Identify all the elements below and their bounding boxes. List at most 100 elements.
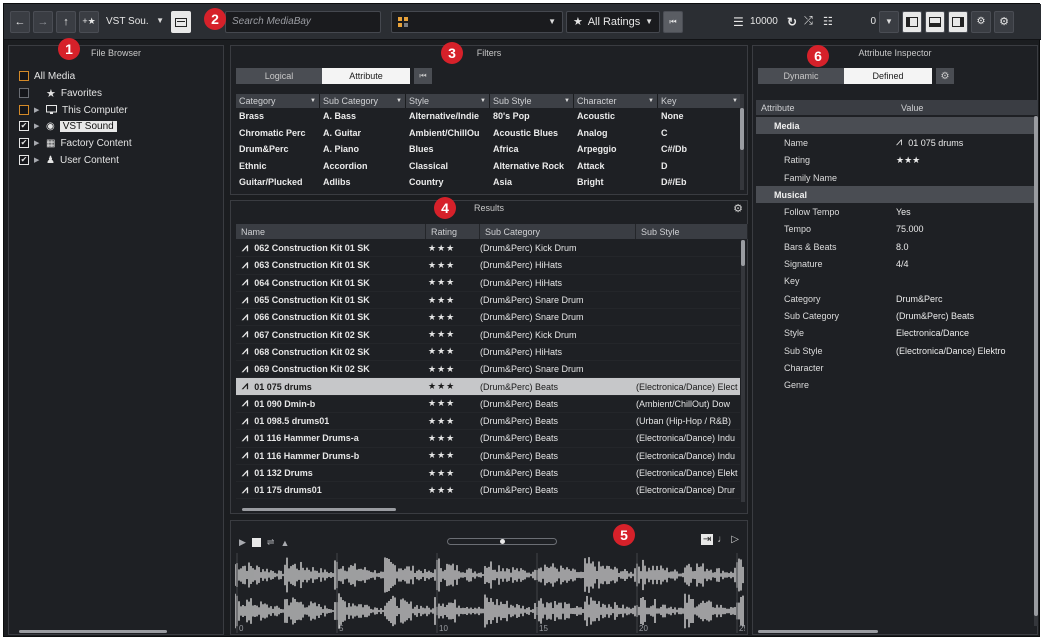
tree-item-all-media[interactable]: All Media (19, 68, 75, 84)
inspector-attribute-row[interactable]: Follow Tempo Yes (756, 204, 1038, 221)
tree-item-factory-content[interactable]: ✔ ▶ ▦ Factory Content (19, 135, 132, 151)
filter-value[interactable]: 80's Pop (490, 108, 574, 125)
inspector-attribute-value[interactable]: ⩘ 01 075 drums (896, 136, 1036, 149)
filter-value[interactable]: Analog (574, 125, 658, 142)
filter-value[interactable]: D#/Eb (658, 174, 742, 191)
scrollbar-thumb[interactable] (1034, 116, 1038, 616)
inspector-attribute-row[interactable]: Signature 4/4 (756, 255, 1038, 272)
preview-level-slider[interactable] (447, 538, 557, 545)
inspector-attribute-value[interactable]: (Drum&Perc) Beats (896, 311, 1036, 321)
filter-value[interactable]: Guitar/Plucked (236, 174, 320, 191)
stop-icon[interactable] (251, 538, 261, 547)
slider-knob[interactable] (500, 539, 505, 544)
forward-button[interactable]: → (33, 10, 53, 33)
waveform-display[interactable]: 0 5 10 15 20 25 (235, 553, 745, 633)
result-row[interactable]: ⩘ 063 Construction Kit 01 SK ★★★ (Drum&Perc… (236, 257, 740, 275)
filter-value[interactable]: Acoustic Blues (490, 125, 574, 142)
horizontal-scrollbar[interactable] (19, 630, 167, 633)
back-button[interactable]: ← (10, 10, 30, 33)
inspector-settings-button[interactable]: ⚙ (936, 68, 954, 84)
level-icon[interactable]: ▲ (280, 538, 289, 548)
inspector-scrollbar[interactable] (1034, 116, 1038, 626)
layout-left-panel-button[interactable] (902, 10, 922, 33)
filter-value[interactable]: A. Piano (320, 141, 406, 158)
filter-column-header[interactable]: Sub Style ▼ (490, 94, 574, 108)
favorites-checkbox[interactable] (19, 88, 29, 98)
inspector-attribute-value[interactable]: (Electronica/Dance) Elektro (896, 346, 1036, 356)
filter-column-header[interactable]: Character ▼ (574, 94, 658, 108)
results-scrollbar[interactable] (741, 240, 745, 502)
inspector-attribute-row[interactable]: Sub Style (Electronica/Dance) Elektro (756, 342, 1038, 359)
inspector-attribute-row[interactable]: Character (756, 359, 1038, 376)
refresh-icon[interactable]: ↻ (787, 15, 801, 29)
ratings-filter[interactable]: ★ All Ratings ▼ (566, 10, 660, 33)
layout-right-panel-button[interactable] (948, 10, 968, 33)
tab-dynamic[interactable]: Dynamic (758, 68, 844, 84)
reset-filter-button[interactable]: ⏮ (663, 10, 683, 33)
filter-value[interactable]: Accordion (320, 158, 406, 175)
metronome-icon[interactable]: ♩ (717, 534, 727, 545)
inspector-attribute-row[interactable]: Name ⩘ 01 075 drums (756, 134, 1038, 151)
filter-column-header[interactable]: Style ▼ (406, 94, 490, 108)
tab-defined[interactable]: Defined (844, 68, 932, 84)
filter-value[interactable]: D (658, 158, 742, 175)
filter-value[interactable]: Drum&Perc (236, 141, 320, 158)
tab-attribute[interactable]: Attribute (322, 68, 410, 84)
inspector-group-row[interactable]: Musical (756, 186, 1038, 204)
inspector-attribute-value[interactable]: 4/4 (896, 259, 1036, 269)
location-selector[interactable]: VST Sou. ▼ (102, 16, 168, 27)
result-row[interactable]: ⩘ 069 Construction Kit 02 SK ★★★ (Drum&Perc… (236, 361, 740, 379)
result-row[interactable]: ⩘ 01 075 drums ★★★ (Drum&Perc) Beats (Electr… (236, 378, 740, 396)
column-header-sub-category[interactable]: Sub Category (480, 224, 636, 239)
filter-value[interactable]: Brass (236, 108, 320, 125)
inspector-attribute-row[interactable]: Category Drum&Perc (756, 290, 1038, 307)
result-row[interactable]: ⩘ 01 132 Drums ★★★ (Drum&Perc) Beats (Electr… (236, 465, 740, 483)
result-row[interactable]: ⩘ 066 Construction Kit 01 SK ★★★ (Drum&Perc… (236, 309, 740, 327)
inspector-attribute-value[interactable]: ★★★ (896, 155, 1036, 166)
tree-item-user-content[interactable]: ✔ ▶ ♟ User Content (19, 152, 119, 168)
up-button[interactable]: ↑ (56, 10, 76, 33)
auto-play-icon[interactable]: ▷ (731, 534, 739, 545)
filter-column-header[interactable]: Sub Category ▼ (320, 94, 406, 108)
tree-item-favorites[interactable]: ★ Favorites (19, 85, 102, 101)
inspector-attribute-row[interactable]: Family Name (756, 169, 1038, 186)
inspector-attribute-value[interactable]: Electronica/Dance (896, 328, 1036, 338)
this-computer-checkbox[interactable] (19, 105, 29, 115)
result-row[interactable]: ⩘ 068 Construction Kit 02 SK ★★★ (Drum&Perc… (236, 344, 740, 362)
filter-value[interactable]: Acoustic (574, 108, 658, 125)
filter-value[interactable]: Country (406, 174, 490, 191)
tree-item-vst-sound[interactable]: ✔ ▶ ◉ VST Sound (19, 118, 117, 134)
filter-value[interactable]: Blues (406, 141, 490, 158)
all-media-checkbox[interactable] (19, 71, 29, 81)
results-horizontal-scrollbar[interactable] (242, 508, 396, 511)
expand-triangle-icon[interactable]: ▶ (34, 106, 41, 114)
expand-triangle-icon[interactable]: ▶ (34, 139, 41, 147)
inspector-attribute-row[interactable]: Genre (756, 377, 1038, 394)
inspector-attribute-value[interactable]: 8.0 (896, 242, 1036, 252)
vst-sound-checkbox[interactable]: ✔ (19, 121, 29, 131)
inspector-group-row[interactable]: Media (756, 117, 1038, 135)
filter-column-header[interactable]: Key ▼ (658, 94, 742, 108)
filter-value[interactable]: Classical (406, 158, 490, 175)
inspector-attribute-row[interactable]: Key (756, 273, 1038, 290)
inspector-attribute-row[interactable]: Sub Category (Drum&Perc) Beats (756, 307, 1038, 324)
media-type-selector[interactable]: ▼ (391, 10, 563, 33)
filter-value[interactable]: Alternative Rock (490, 158, 574, 175)
reset-filters-button[interactable]: ⏮ (414, 68, 432, 84)
add-favorite-button[interactable]: +★ (79, 10, 99, 33)
filter-value[interactable]: Africa (490, 141, 574, 158)
filter-value[interactable]: Ethnic (236, 158, 320, 175)
expand-triangle-icon[interactable]: ▶ (34, 122, 41, 130)
filter-value[interactable]: C (658, 125, 742, 142)
filter-value[interactable]: Adlibs (320, 174, 406, 191)
filter-value[interactable]: Asia (490, 174, 574, 191)
result-row[interactable]: ⩘ 067 Construction Kit 02 SK ★★★ (Drum&Perc… (236, 327, 740, 344)
filter-value[interactable]: A. Guitar (320, 125, 406, 142)
filter-column-header[interactable]: Category ▼ (236, 94, 320, 108)
result-row[interactable]: ⩘ 01 116 Hammer Drums-a ★★★ (Drum&Perc) Bea… (236, 430, 740, 448)
tree-item-this-computer[interactable]: ▶ This Computer (19, 102, 128, 118)
factory-content-checkbox[interactable]: ✔ (19, 138, 29, 148)
result-row[interactable]: ⩘ 065 Construction Kit 01 SK ★★★ (Drum&Perc… (236, 292, 740, 310)
result-row[interactable]: ⩘ 01 175 drums01 ★★★ (Drum&Perc) Beats (Elec… (236, 482, 740, 500)
inspector-attribute-value[interactable]: Drum&Perc (896, 294, 1036, 304)
